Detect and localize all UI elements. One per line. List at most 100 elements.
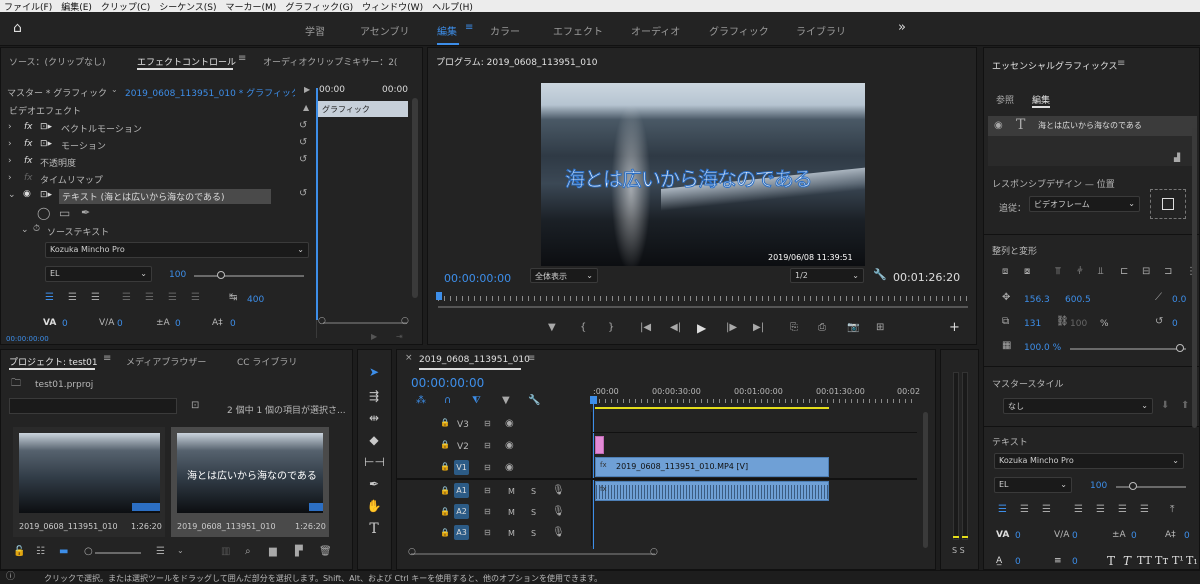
eg-lead2-value[interactable]: 0 bbox=[1072, 557, 1078, 567]
faux-bold-icon[interactable]: T bbox=[1107, 554, 1115, 568]
tab-media-browser[interactable]: メディアブラウザー bbox=[126, 355, 206, 368]
meter-solo-labels[interactable]: S S bbox=[952, 546, 965, 555]
ws-assembly[interactable]: アセンブリ bbox=[360, 23, 410, 38]
timeline-zoom-bar[interactable] bbox=[411, 553, 655, 555]
menu-graphics[interactable]: グラフィック(G) bbox=[285, 0, 353, 13]
selection-tool-icon[interactable]: ➤ bbox=[364, 365, 384, 379]
menu-file[interactable]: ファイル(F) bbox=[4, 0, 52, 13]
work-area-bar[interactable] bbox=[595, 407, 829, 409]
panel-menu-icon[interactable]: ≡ bbox=[103, 354, 111, 364]
master-style-dropdown[interactable]: なし ⌄ bbox=[1003, 398, 1153, 414]
align-center-h-icon[interactable]: ⊟ bbox=[1142, 267, 1150, 277]
wrench-icon[interactable]: 🔧 bbox=[528, 396, 540, 406]
ec-zoom-knob-right[interactable]: ○ bbox=[401, 317, 409, 326]
hand-tool-icon[interactable]: ✋ bbox=[364, 499, 384, 513]
tab-project[interactable]: プロジェクト: test01 bbox=[9, 355, 98, 368]
subscript-icon[interactable]: T₁ bbox=[1186, 554, 1198, 567]
menu-window[interactable]: ウィンドウ(W) bbox=[362, 0, 423, 13]
icon-view-icon[interactable]: ▬ bbox=[59, 547, 68, 557]
razor-tool-icon[interactable]: ◆ bbox=[364, 433, 384, 447]
settings-icon[interactable]: ⇥ bbox=[396, 333, 403, 341]
justify-last-left-icon[interactable]: ☰ bbox=[1074, 505, 1083, 515]
track-select-tool-icon[interactable]: ⇶ bbox=[364, 389, 384, 403]
slip-tool-icon[interactable]: ⊢⊣ bbox=[364, 455, 385, 469]
ws-menu-icon[interactable]: ≡ bbox=[465, 23, 473, 33]
clip-thumbnail-2[interactable]: 海とは広いから海なのである 2019_0608_113951_010 1:26:… bbox=[171, 427, 329, 537]
audio-clip-a1[interactable]: fx bbox=[595, 481, 829, 501]
scale-value[interactable]: 131 bbox=[1024, 319, 1041, 329]
align-top-icon[interactable]: ⫪ bbox=[1055, 267, 1061, 277]
eye-icon[interactable]: ◉ bbox=[505, 419, 514, 429]
solo-button[interactable]: S bbox=[531, 529, 536, 538]
eg-weight-dropdown[interactable]: EL ⌄ bbox=[994, 477, 1072, 493]
ec-zoom-knob-left[interactable]: ○ bbox=[318, 317, 326, 326]
sync-lock-icon[interactable]: ⊟ bbox=[484, 464, 491, 472]
mic-icon[interactable]: 🎙 bbox=[552, 528, 565, 538]
pin-box-icon[interactable] bbox=[1150, 189, 1186, 219]
track-target-a1[interactable]: A1 bbox=[454, 483, 469, 498]
follow-dropdown[interactable]: ビデオフレーム ⌄ bbox=[1029, 196, 1140, 212]
chevron-down-icon[interactable]: ⌄ bbox=[177, 547, 184, 555]
button-editor-icon[interactable]: + bbox=[949, 321, 960, 334]
mic-icon[interactable]: 🎙 bbox=[552, 486, 565, 496]
eye-icon[interactable]: ◉ bbox=[505, 463, 514, 473]
style-up-icon[interactable]: ⬆ bbox=[1181, 401, 1189, 411]
thumbnail-size-slider[interactable] bbox=[95, 552, 141, 554]
eg-tab-browse[interactable]: 参照 bbox=[996, 93, 1014, 106]
align-left-icon[interactable]: ⊏ bbox=[1120, 267, 1128, 277]
align-left-icon[interactable]: ☰ bbox=[45, 293, 54, 303]
text-layer-label[interactable]: テキスト (海とは広いから海なのである) bbox=[59, 189, 271, 204]
go-to-in-icon[interactable]: |◀ bbox=[640, 323, 651, 333]
ws-graphics[interactable]: グラフィック bbox=[709, 23, 769, 38]
fx-icon[interactable]: fx bbox=[24, 122, 33, 132]
eg-font-dropdown[interactable]: Kozuka Mincho Pro ⌄ bbox=[994, 453, 1184, 469]
justify-last-right-icon[interactable]: ☰ bbox=[1118, 505, 1127, 515]
weight-dropdown[interactable]: EL ⌄ bbox=[45, 266, 152, 282]
close-icon[interactable]: × bbox=[405, 354, 413, 363]
ws-audio[interactable]: オーディオ bbox=[631, 23, 680, 38]
eg-tab-edit[interactable]: 編集 bbox=[1032, 93, 1050, 106]
video-clip-v1[interactable]: fx 2019_0608_113951_010.MP4 [V] bbox=[595, 457, 829, 477]
ellipse-mask-icon[interactable]: ◯ bbox=[37, 207, 50, 219]
justify-all-icon[interactable]: ☰ bbox=[191, 293, 200, 303]
sync-lock-icon[interactable]: ⊟ bbox=[484, 529, 491, 537]
new-bin-icon[interactable]: ▆ bbox=[269, 547, 277, 557]
faux-italic-icon[interactable]: T bbox=[1123, 554, 1131, 568]
eg-tsume-value[interactable]: 0 bbox=[1184, 531, 1190, 541]
new-item-icon[interactable]: ▛ bbox=[295, 547, 303, 557]
mark-in-icon[interactable]: { bbox=[580, 323, 586, 333]
tsume-value[interactable]: 0 bbox=[230, 319, 236, 329]
collapse-icon[interactable]: ⌄ bbox=[21, 225, 29, 235]
eg-va-value[interactable]: 0 bbox=[1015, 531, 1021, 541]
solo-button[interactable]: S bbox=[531, 508, 536, 517]
sync-lock-icon[interactable]: ⊟ bbox=[484, 420, 491, 428]
step-back-icon[interactable]: ◀| bbox=[670, 323, 681, 333]
graphic-clip-v2[interactable] bbox=[595, 436, 604, 454]
go-to-out-icon[interactable]: ▶| bbox=[753, 323, 764, 333]
type-tool-icon[interactable]: T bbox=[364, 521, 384, 537]
sync-lock-icon[interactable]: ⊟ bbox=[484, 487, 491, 495]
video-frame[interactable]: 海とは広いから海なのである 2019/06/08 11:39:51 bbox=[541, 83, 865, 266]
opacity-value[interactable]: 100.0 % bbox=[1024, 343, 1061, 353]
style-down-icon[interactable]: ⬇ bbox=[1161, 401, 1169, 411]
tab-effect-controls[interactable]: エフェクトコントロール bbox=[137, 55, 236, 68]
expand-icon[interactable]: › bbox=[8, 156, 12, 166]
collapse-icon[interactable]: ⌄ bbox=[8, 190, 16, 200]
program-title[interactable]: プログラム: 2019_0608_113951_010 bbox=[436, 55, 597, 68]
anchor-value[interactable]: 0.0 bbox=[1172, 295, 1186, 305]
automate-icon[interactable]: ▥ bbox=[221, 547, 230, 557]
ec-playhead[interactable] bbox=[316, 88, 318, 320]
eg-scrollbar[interactable] bbox=[1192, 128, 1197, 428]
wrench-icon[interactable]: 🔧 bbox=[873, 269, 887, 280]
clip-thumbnail-1[interactable]: 2019_0608_113951_010 1:26:20 bbox=[13, 427, 165, 537]
reset-icon[interactable]: ↺ bbox=[299, 121, 307, 131]
sync-lock-icon[interactable]: ⊟ bbox=[484, 442, 491, 450]
link-icon[interactable]: ⛓ bbox=[1056, 317, 1069, 327]
menu-sequence[interactable]: シーケンス(S) bbox=[159, 0, 216, 13]
rotation-value[interactable]: 0 bbox=[1172, 319, 1178, 329]
panel-menu-icon[interactable]: ≡ bbox=[1117, 59, 1125, 69]
ripple-edit-tool-icon[interactable]: ⇹ bbox=[364, 411, 384, 425]
eye-icon[interactable]: ◉ bbox=[994, 121, 1003, 131]
list-view-icon[interactable]: ☷ bbox=[36, 547, 45, 557]
align-right-icon[interactable]: ☰ bbox=[1042, 505, 1051, 515]
